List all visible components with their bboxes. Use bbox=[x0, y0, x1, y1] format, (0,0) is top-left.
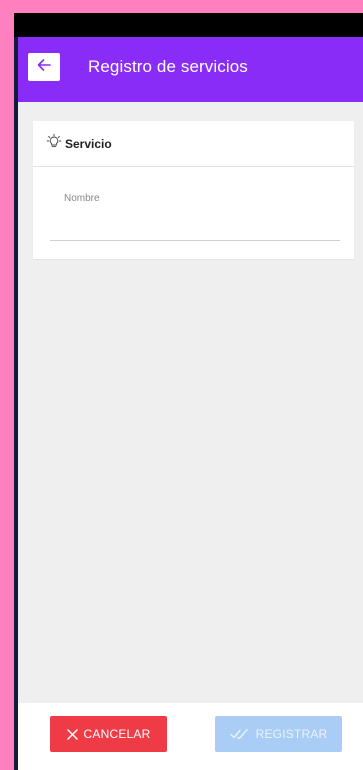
cancel-button-label: CANCELAR bbox=[83, 727, 151, 741]
arrow-left-icon bbox=[36, 57, 52, 78]
action-footer: CANCELAR REGISTRAR bbox=[18, 703, 363, 770]
double-check-icon bbox=[229, 728, 250, 740]
name-field-label: Nombre bbox=[64, 193, 100, 204]
cancel-button[interactable]: CANCELAR bbox=[50, 716, 167, 752]
page-title: Registro de servicios bbox=[88, 57, 248, 76]
register-button[interactable]: REGISTRAR bbox=[215, 716, 342, 752]
name-field[interactable] bbox=[50, 207, 340, 241]
lightbulb-icon bbox=[46, 133, 62, 149]
back-button[interactable] bbox=[28, 53, 60, 81]
app-bar: Registro de servicios bbox=[18, 37, 363, 102]
card-title: Servicio bbox=[65, 137, 112, 151]
close-icon bbox=[66, 728, 78, 740]
register-button-label: REGISTRAR bbox=[255, 727, 328, 741]
card-header: Servicio bbox=[33, 121, 354, 167]
status-bar bbox=[14, 13, 363, 37]
device-frame: Registro de servicios Servicio Nombre CA… bbox=[14, 13, 363, 770]
app-screen: Registro de servicios Servicio Nombre CA… bbox=[18, 37, 363, 770]
service-card: Servicio Nombre bbox=[33, 121, 354, 259]
